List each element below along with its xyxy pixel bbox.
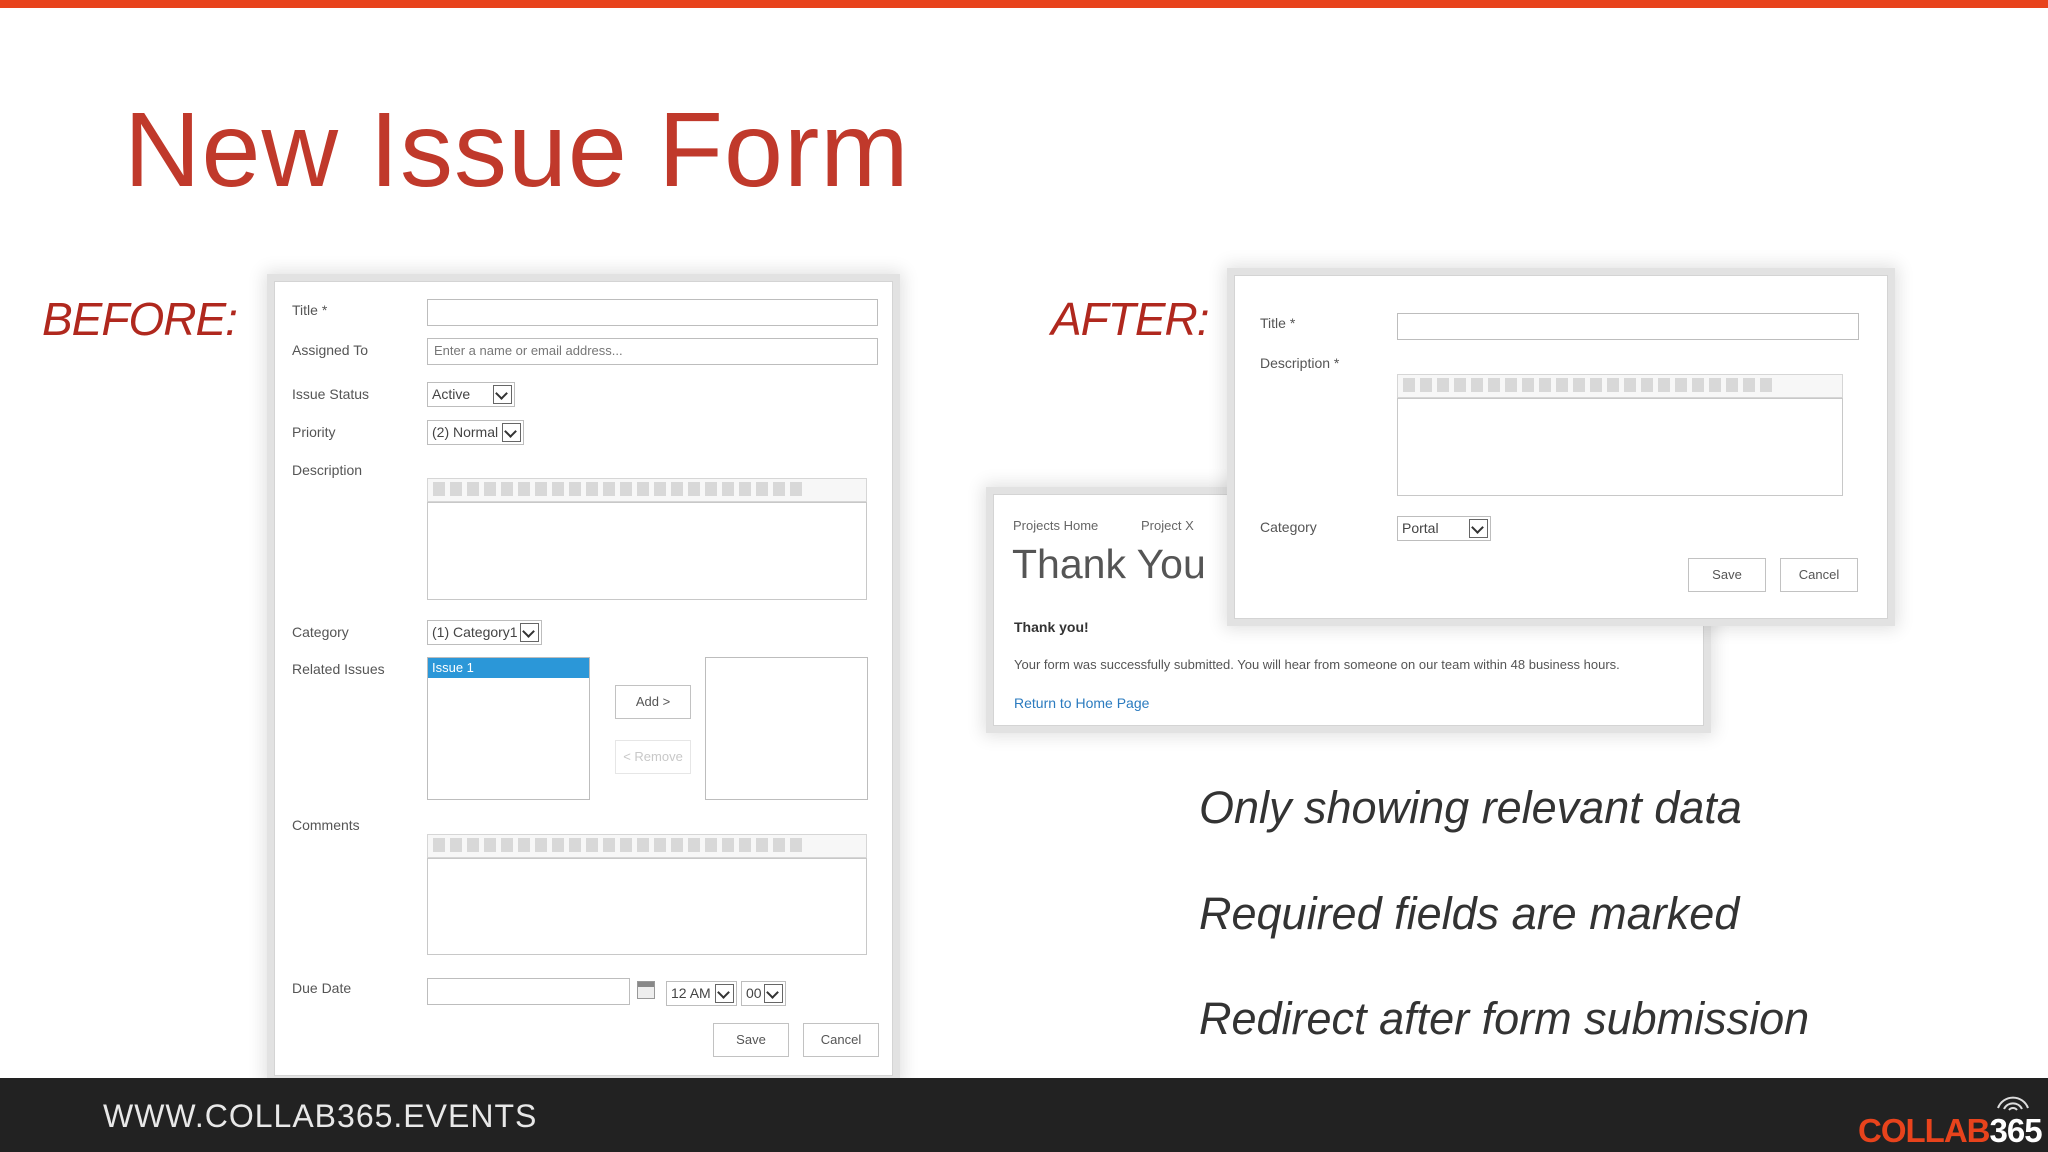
return-home-link[interactable]: Return to Home Page (1014, 695, 1149, 711)
description-toolbar[interactable] (1397, 374, 1843, 398)
chevron-down-icon (520, 623, 539, 642)
calendar-icon[interactable] (637, 981, 655, 999)
priority-value: (2) Normal (432, 424, 499, 440)
top-accent-bar (0, 0, 2048, 8)
collab365-logo: COLLAB365 (1858, 1112, 2043, 1150)
list-item[interactable]: Issue 1 (428, 658, 589, 678)
chevron-down-icon (715, 984, 734, 1003)
chevron-down-icon (493, 385, 512, 404)
category-select[interactable]: (1) Category1 (427, 620, 542, 645)
description-toolbar[interactable] (427, 478, 867, 502)
chevron-down-icon (502, 423, 521, 442)
cancel-button[interactable]: Cancel (1780, 558, 1858, 592)
priority-label: Priority (292, 424, 336, 440)
cancel-button[interactable]: Cancel (803, 1023, 879, 1057)
thank-you-heading: Thank You (1012, 541, 1206, 587)
related-issues-source-list[interactable]: Issue 1 (427, 657, 590, 800)
category-label: Category (1260, 519, 1317, 535)
title-input[interactable] (427, 299, 878, 326)
category-value: (1) Category1 (432, 624, 518, 640)
title-input[interactable] (1397, 313, 1859, 340)
bullet-redirect: Redirect after form submission (1199, 993, 1810, 1044)
comments-toolbar[interactable] (427, 834, 867, 858)
minute-value: 00 (746, 985, 762, 1001)
issue-status-value: Active (432, 386, 471, 402)
logo-word: COLLAB (1858, 1112, 1990, 1149)
comments-label: Comments (292, 817, 360, 833)
bullet-relevant-data: Only showing relevant data (1199, 782, 1742, 833)
minute-select[interactable]: 00 (741, 981, 786, 1006)
related-issues-label: Related Issues (292, 661, 385, 677)
description-label: Description * (1260, 355, 1340, 371)
slide-title: New Issue Form (124, 91, 910, 209)
related-issues-selected-list[interactable] (705, 657, 868, 800)
save-button[interactable]: Save (1688, 558, 1766, 592)
description-editor[interactable] (1397, 398, 1843, 496)
title-label: Title * (1260, 315, 1296, 331)
title-label: Title * (292, 302, 328, 318)
remove-button[interactable]: < Remove (615, 740, 691, 774)
signal-icon (1997, 1096, 2029, 1111)
assigned-to-label: Assigned To (292, 342, 369, 358)
description-label: Description (292, 462, 363, 478)
due-date-input[interactable] (427, 978, 630, 1005)
submission-message: Your form was successfully submitted. Yo… (1014, 657, 1620, 672)
category-value: Portal (1402, 520, 1439, 536)
issue-status-select[interactable]: Active (427, 382, 515, 407)
footer-url: WWW.COLLAB365.EVENTS (103, 1098, 538, 1134)
before-form-panel: Title * Assigned To Enter a name or emai… (274, 281, 893, 1076)
priority-select[interactable]: (2) Normal (427, 420, 524, 445)
add-button[interactable]: Add > (615, 685, 691, 719)
bullet-required-fields: Required fields are marked (1199, 888, 1740, 939)
chevron-down-icon (764, 984, 783, 1003)
category-select[interactable]: Portal (1397, 516, 1491, 541)
after-label: AFTER: (1051, 293, 1210, 345)
due-date-label: Due Date (292, 980, 352, 996)
comments-editor[interactable] (427, 858, 867, 955)
save-button[interactable]: Save (713, 1023, 789, 1057)
thank-you-bold-text: Thank you! (1014, 619, 1089, 635)
breadcrumb-project-x[interactable]: Project X (1141, 518, 1194, 533)
logo-number: 365 (1989, 1112, 2042, 1149)
issue-status-label: Issue Status (292, 386, 370, 402)
chevron-down-icon (1469, 519, 1488, 538)
assigned-to-input[interactable]: Enter a name or email address... (427, 338, 878, 365)
category-label: Category (292, 624, 349, 640)
hour-value: 12 AM (671, 985, 711, 1001)
after-form-panel: Title * Description * Category Portal Sa… (1234, 275, 1888, 619)
description-editor[interactable] (427, 502, 867, 600)
before-label: BEFORE: (42, 293, 238, 345)
hour-select[interactable]: 12 AM (666, 981, 737, 1006)
breadcrumb-projects-home[interactable]: Projects Home (1013, 518, 1098, 533)
